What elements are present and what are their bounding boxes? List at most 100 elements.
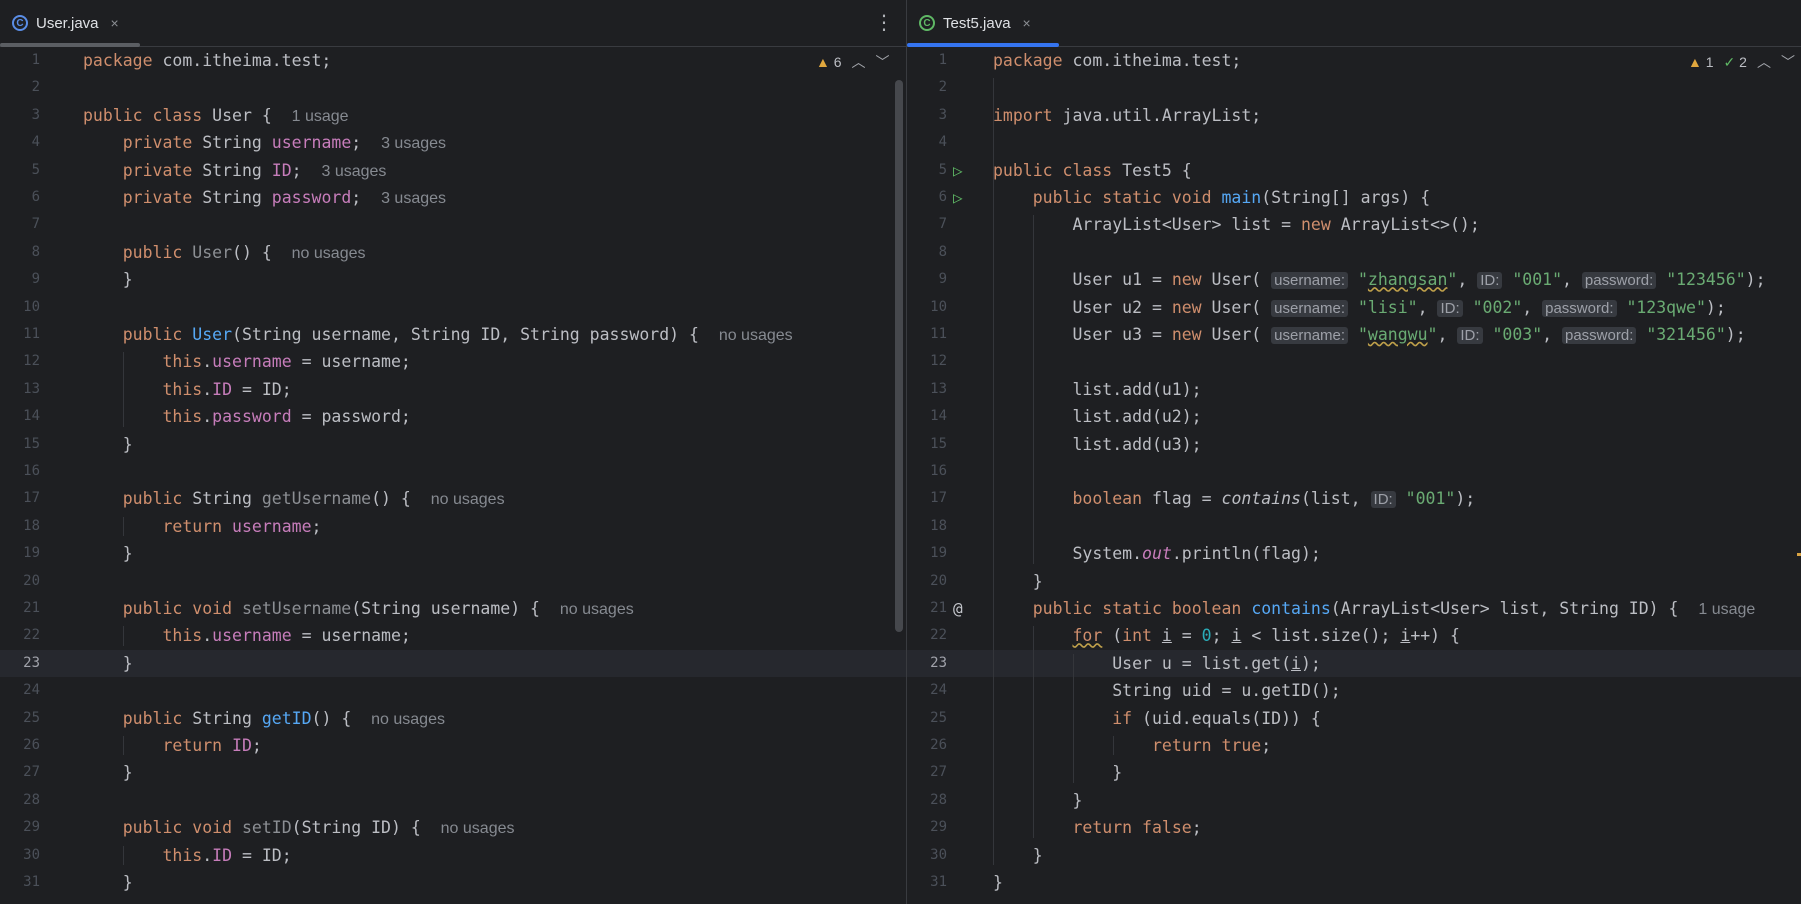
code-line[interactable]: 11 public User(String username, String I… — [0, 321, 906, 348]
vertical-scrollbar[interactable] — [895, 80, 903, 632]
line-number[interactable]: 6 — [907, 184, 947, 211]
code-line[interactable]: 27 } — [907, 759, 1801, 786]
code-line[interactable]: 2 — [0, 74, 906, 101]
line-number[interactable]: 30 — [0, 842, 40, 869]
run-icon[interactable]: ▷ — [953, 157, 963, 184]
line-number[interactable]: 16 — [907, 458, 947, 485]
code-text[interactable]: } — [83, 540, 133, 567]
tab-user-java[interactable]: C User.java × — [0, 0, 140, 47]
code-text[interactable]: this.ID = ID; — [83, 842, 291, 869]
code-text[interactable]: list.add(u1); — [993, 376, 1201, 403]
code-line[interactable]: 21 public static boolean contains(ArrayL… — [907, 595, 1801, 622]
line-number[interactable]: 29 — [0, 814, 40, 841]
line-number[interactable]: 4 — [907, 129, 947, 156]
code-line[interactable]: 14 list.add(u2); — [907, 403, 1801, 430]
code-line[interactable]: 16 — [907, 458, 1801, 485]
code-text[interactable]: public void setID(String ID) { no usages — [83, 814, 515, 842]
code-line[interactable]: 27 } — [0, 759, 906, 786]
code-text[interactable]: import java.util.ArrayList; — [993, 102, 1261, 129]
code-text[interactable]: public User(String username, String ID, … — [83, 321, 793, 349]
code-text[interactable]: private String username; 3 usages — [83, 129, 446, 157]
close-icon[interactable]: × — [1023, 15, 1031, 31]
implementation-gutter-icon[interactable]: @ — [953, 595, 963, 622]
line-number[interactable]: 17 — [0, 485, 40, 512]
more-options-icon[interactable]: ⋮ — [874, 8, 894, 36]
line-number[interactable]: 3 — [907, 102, 947, 129]
code-text[interactable]: User u2 = new User( username: "lisi", ID… — [993, 294, 1726, 322]
code-text[interactable]: public String getID() { no usages — [83, 705, 445, 733]
code-line[interactable]: 19 System.out.println(flag); — [907, 540, 1801, 567]
code-line[interactable]: 4 private String username; 3 usages — [0, 129, 906, 156]
code-line[interactable]: 19 } — [0, 540, 906, 567]
code-line[interactable]: 5 public class Test5 { — [907, 157, 1801, 184]
code-text[interactable]: public class Test5 { — [993, 157, 1192, 184]
code-line[interactable]: 28 } — [907, 787, 1801, 814]
code-line[interactable]: 17 public String getUsername() { no usag… — [0, 485, 906, 512]
code-line[interactable]: 13 this.ID = ID; — [0, 376, 906, 403]
code-text[interactable]: if (uid.equals(ID)) { — [993, 705, 1321, 732]
code-line[interactable]: 28 — [0, 787, 906, 814]
code-text[interactable]: this.username = username; — [83, 348, 410, 375]
code-line[interactable]: 26 return ID; — [0, 732, 906, 759]
code-text[interactable]: public User() { no usages — [83, 239, 366, 267]
code-text[interactable]: String uid = u.getID(); — [993, 677, 1340, 704]
line-number[interactable]: 22 — [0, 622, 40, 649]
code-line[interactable]: 6 private String password; 3 usages — [0, 184, 906, 211]
code-line[interactable]: 22 for (int i = 0; i < list.size(); i++)… — [907, 622, 1801, 649]
line-number[interactable]: 31 — [0, 869, 40, 896]
code-text[interactable]: list.add(u2); — [993, 403, 1201, 430]
code-line[interactable]: 4 — [907, 129, 1801, 156]
line-number[interactable]: 1 — [907, 47, 947, 74]
line-number[interactable]: 11 — [0, 321, 40, 348]
line-number[interactable]: 7 — [907, 211, 947, 238]
code-line[interactable]: 12 this.username = username; — [0, 348, 906, 375]
code-line[interactable]: 24 — [0, 677, 906, 704]
line-number[interactable]: 25 — [0, 705, 40, 732]
line-number[interactable]: 1 — [0, 47, 40, 74]
code-text[interactable]: System.out.println(flag); — [993, 540, 1320, 567]
line-number[interactable]: 25 — [907, 705, 947, 732]
run-icon[interactable]: ▷ — [953, 184, 963, 211]
code-text[interactable]: for (int i = 0; i < list.size(); i++) { — [993, 622, 1460, 649]
code-text[interactable]: } — [993, 568, 1043, 595]
code-line[interactable]: 18 — [907, 513, 1801, 540]
code-text[interactable]: } — [83, 759, 133, 786]
line-number[interactable]: 12 — [0, 348, 40, 375]
line-number[interactable]: 10 — [907, 294, 947, 321]
line-number[interactable]: 7 — [0, 211, 40, 238]
close-icon[interactable]: × — [111, 15, 119, 31]
code-text[interactable]: private String password; 3 usages — [83, 184, 446, 212]
line-number[interactable]: 28 — [0, 787, 40, 814]
code-line[interactable]: 29 return false; — [907, 814, 1801, 841]
line-number[interactable]: 18 — [0, 513, 40, 540]
line-number[interactable]: 2 — [0, 74, 40, 101]
line-number[interactable]: 9 — [907, 266, 947, 293]
line-number[interactable]: 26 — [907, 732, 947, 759]
line-number[interactable]: 26 — [0, 732, 40, 759]
code-line[interactable]: 14 this.password = password; — [0, 403, 906, 430]
line-number[interactable]: 29 — [907, 814, 947, 841]
code-text[interactable]: public class User { 1 usage — [83, 102, 349, 130]
code-line[interactable]: 15 } — [0, 431, 906, 458]
line-number[interactable]: 23 — [0, 650, 40, 677]
line-number[interactable]: 20 — [0, 568, 40, 595]
code-text[interactable]: public static boolean contains(ArrayList… — [993, 595, 1756, 623]
code-line[interactable]: 17 boolean flag = contains(list, ID: "00… — [907, 485, 1801, 512]
code-editor[interactable]: 1 package com.itheima.test; 2 3 public class… — [0, 47, 906, 904]
line-number[interactable]: 31 — [907, 869, 947, 896]
code-line[interactable]: 11 User u3 = new User( username: "wangwu… — [907, 321, 1801, 348]
code-line[interactable]: 31 } — [0, 869, 906, 896]
code-text[interactable]: } — [83, 869, 133, 896]
code-line[interactable]: 10 — [0, 294, 906, 321]
line-number[interactable]: 13 — [0, 376, 40, 403]
editor-pane-user-java[interactable]: C User.java × ⋮ ▲ 6 ︿ ﹀ 1 package com.ith… — [0, 0, 906, 904]
code-line[interactable]: 12 — [907, 348, 1801, 375]
code-text[interactable]: } — [993, 869, 1003, 896]
editor-pane-test5-java[interactable]: C Test5.java × ▲ 1 ✓ 2 ︿ ﹀ 1 package com.… — [907, 0, 1801, 904]
code-text[interactable]: boolean flag = contains(list, ID: "001")… — [993, 485, 1475, 513]
code-text[interactable]: } — [993, 759, 1122, 786]
code-text[interactable]: User u = list.get(i); — [993, 650, 1321, 677]
code-line[interactable]: 23 User u = list.get(i); — [907, 649, 1801, 678]
tab-test5-java[interactable]: C Test5.java × — [907, 0, 1059, 47]
code-line[interactable]: 24 String uid = u.getID(); — [907, 677, 1801, 704]
